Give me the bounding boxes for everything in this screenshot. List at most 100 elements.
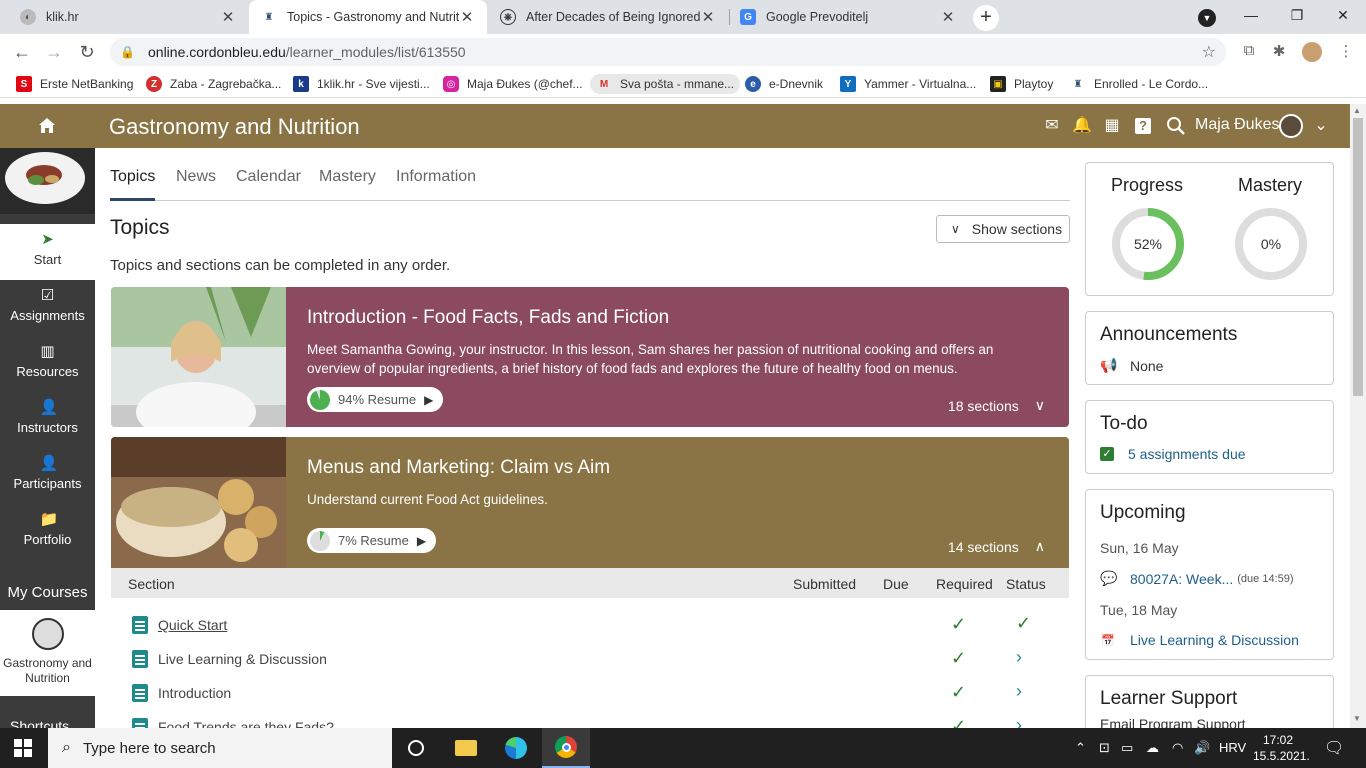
new-tab-button[interactable]: + bbox=[973, 5, 999, 31]
chevron-up-icon[interactable]: ⌃ bbox=[1075, 740, 1086, 756]
bookmark-instagram[interactable]: ◎ Maja Đukes (@chef... bbox=[443, 74, 583, 94]
sidebar-item-instructors[interactable]: 👤 Instructors bbox=[0, 392, 95, 448]
forward-icon[interactable]: → bbox=[42, 40, 66, 64]
bookmark-ednevnik[interactable]: e e-Dnevnik bbox=[745, 74, 823, 94]
scroll-down-icon[interactable]: ▼ bbox=[1353, 714, 1361, 723]
wifi-icon[interactable]: ◠ bbox=[1172, 740, 1183, 756]
calendar-grid-icon[interactable]: ▦ bbox=[1102, 116, 1122, 136]
restore-icon[interactable]: ❐ bbox=[1274, 0, 1320, 30]
edge-icon[interactable] bbox=[492, 728, 540, 768]
sidebar-item-start[interactable]: ➤ Start bbox=[0, 224, 95, 280]
bell-icon[interactable]: 🔔 bbox=[1072, 116, 1092, 136]
minimize-icon[interactable]: — bbox=[1228, 0, 1274, 30]
close-tab-icon[interactable]: ✕ bbox=[220, 8, 236, 26]
home-icon[interactable] bbox=[37, 116, 57, 136]
bookmark-yammer[interactable]: Y Yammer - Virtualna... bbox=[840, 74, 976, 94]
install-app-icon[interactable]: ⧉ bbox=[1239, 42, 1259, 62]
tab-information[interactable]: Information bbox=[396, 168, 476, 201]
section-link[interactable]: Introduction bbox=[158, 685, 231, 701]
bookmark-zaba[interactable]: Z Zaba - Zagrebačka... bbox=[146, 74, 281, 94]
table-row[interactable]: Food Trends are they Fads? ✓ › bbox=[111, 710, 1069, 728]
tab-search-icon[interactable]: ▼ bbox=[1198, 9, 1216, 27]
upcoming-item[interactable]: 📅 Live Learning & Discussion bbox=[1100, 632, 1299, 648]
bookmark-1klik[interactable]: k 1klik.hr - Sve vijesti... bbox=[293, 74, 430, 94]
table-row[interactable]: Quick Start ✓ ✓ bbox=[111, 608, 1069, 642]
topic-card[interactable]: Menus and Marketing: Claim vs Aim Unders… bbox=[111, 437, 1069, 568]
windows-start-icon[interactable] bbox=[14, 739, 32, 757]
close-tab-icon[interactable]: ✕ bbox=[459, 8, 475, 26]
file-explorer-icon[interactable] bbox=[442, 728, 490, 768]
sections-toggle[interactable]: 14 sections ∧ bbox=[948, 538, 1045, 555]
address-bar[interactable]: 🔒 online.cordonbleu.edu/learner_modules/… bbox=[110, 38, 1226, 66]
topic-title[interactable]: Menus and Marketing: Claim vs Aim bbox=[307, 457, 610, 479]
table-row[interactable]: Live Learning & Discussion ✓ › bbox=[111, 642, 1069, 676]
page-scrollbar[interactable]: ▲ ▼ bbox=[1350, 104, 1366, 728]
task-view-icon[interactable] bbox=[392, 728, 440, 768]
browser-tab-klik[interactable]: ◐ klik.hr ✕ bbox=[8, 0, 248, 34]
cordon-bleu-favicon-icon: ♜ bbox=[264, 11, 274, 23]
todo-item[interactable]: ✓ 5 assignments due bbox=[1100, 446, 1246, 462]
scroll-up-icon[interactable]: ▲ bbox=[1353, 106, 1361, 115]
reload-icon[interactable]: ↻ bbox=[75, 40, 99, 64]
browser-tab-topics[interactable]: ♜ Topics - Gastronomy and Nutrition ✕ bbox=[249, 0, 487, 34]
bookmark-erste[interactable]: S Erste NetBanking bbox=[16, 74, 133, 94]
show-sections-button[interactable]: ∨ Show sections bbox=[936, 215, 1070, 243]
section-link[interactable]: Food Trends are they Fads? bbox=[158, 719, 334, 728]
close-tab-icon[interactable]: ✕ bbox=[940, 8, 956, 26]
network-device-icon[interactable]: ⊡ bbox=[1099, 740, 1110, 756]
resume-button[interactable]: 7% Resume ▶ bbox=[307, 528, 437, 553]
help-icon[interactable]: ? bbox=[1135, 118, 1151, 134]
close-tab-icon[interactable]: ✕ bbox=[700, 8, 716, 26]
topic-progress-ring bbox=[310, 530, 330, 551]
system-clock[interactable]: 17:02 15.5.2021. bbox=[1253, 732, 1310, 764]
sidebar-item-participants[interactable]: 👤 Participants bbox=[0, 448, 95, 504]
chrome-icon[interactable] bbox=[542, 728, 590, 768]
browser-tab-translate[interactable]: G Google Prevoditelj ✕ bbox=[728, 0, 968, 34]
tab-topics[interactable]: Topics bbox=[110, 168, 156, 201]
sidebar-item-assignments[interactable]: ☑ Assignments bbox=[0, 280, 95, 336]
upcoming-title: Upcoming bbox=[1100, 502, 1186, 523]
taskbar-search[interactable]: ⌕ Type here to search bbox=[48, 728, 392, 768]
sections-toggle[interactable]: 18 sections ∨ bbox=[948, 397, 1045, 414]
bookmark-playtoy[interactable]: ▣ Playtoy bbox=[990, 74, 1053, 94]
table-row[interactable]: Introduction ✓ › bbox=[111, 676, 1069, 710]
chevron-right-icon[interactable]: › bbox=[1016, 681, 1022, 702]
chevron-right-icon[interactable]: › bbox=[1016, 647, 1022, 668]
bookmark-gmail[interactable]: M Sva pošta - mmane... bbox=[590, 74, 741, 94]
section-link[interactable]: Quick Start bbox=[158, 617, 227, 633]
extensions-icon[interactable]: ✱ bbox=[1269, 42, 1289, 62]
tab-news[interactable]: News bbox=[176, 168, 216, 201]
section-link[interactable]: Live Learning & Discussion bbox=[158, 651, 327, 667]
topic-title[interactable]: Introduction - Food Facts, Fads and Fict… bbox=[307, 307, 669, 329]
user-name[interactable]: Maja Đukes bbox=[1195, 116, 1279, 134]
upcoming-item[interactable]: 💬 80027A: Week... (due 14:59) bbox=[1100, 570, 1294, 587]
my-course-item[interactable]: Gastronomy and Nutrition bbox=[0, 610, 95, 696]
bookmark-cordon-bleu[interactable]: ♜ Enrolled - Le Cordo... bbox=[1070, 74, 1209, 94]
browser-tab-article[interactable]: ⎈ After Decades of Being Ignored, ... ✕ bbox=[488, 0, 728, 34]
volume-icon[interactable]: 🔊 bbox=[1194, 740, 1210, 756]
chevron-down-icon[interactable]: ⌄ bbox=[1311, 116, 1331, 136]
profile-avatar-icon[interactable] bbox=[1302, 42, 1322, 62]
tab-mastery[interactable]: Mastery bbox=[319, 168, 376, 201]
calendar-icon: 📅 bbox=[1101, 634, 1115, 647]
notifications-icon[interactable]: 🗨 bbox=[1324, 738, 1344, 758]
battery-icon[interactable]: ▭ bbox=[1121, 740, 1133, 756]
close-window-icon[interactable]: ✕ bbox=[1320, 0, 1366, 30]
tab-calendar[interactable]: Calendar bbox=[236, 168, 301, 201]
menu-icon[interactable]: ⋮ bbox=[1336, 42, 1356, 62]
resume-button[interactable]: 94% Resume ▶ bbox=[307, 387, 444, 412]
user-avatar[interactable] bbox=[1279, 114, 1303, 138]
topic-card[interactable]: Introduction - Food Facts, Fads and Fict… bbox=[111, 287, 1069, 427]
input-language[interactable]: HRV bbox=[1219, 740, 1246, 755]
mail-icon[interactable]: ✉ bbox=[1042, 116, 1062, 136]
ingredient-photo bbox=[111, 437, 286, 568]
chevron-right-icon[interactable]: › bbox=[1016, 715, 1022, 728]
sidebar-item-portfolio[interactable]: 📁 Portfolio bbox=[0, 504, 95, 560]
discussion-icon: 💬 bbox=[1100, 570, 1118, 586]
back-icon[interactable]: ← bbox=[10, 40, 34, 64]
sidebar-item-resources[interactable]: ▥ Resources bbox=[0, 336, 95, 392]
search-icon[interactable] bbox=[1166, 116, 1186, 136]
onedrive-icon[interactable]: ☁ bbox=[1146, 740, 1159, 756]
bookmark-star-icon[interactable]: ☆ bbox=[1202, 42, 1216, 62]
scrollbar-thumb[interactable] bbox=[1353, 118, 1363, 396]
